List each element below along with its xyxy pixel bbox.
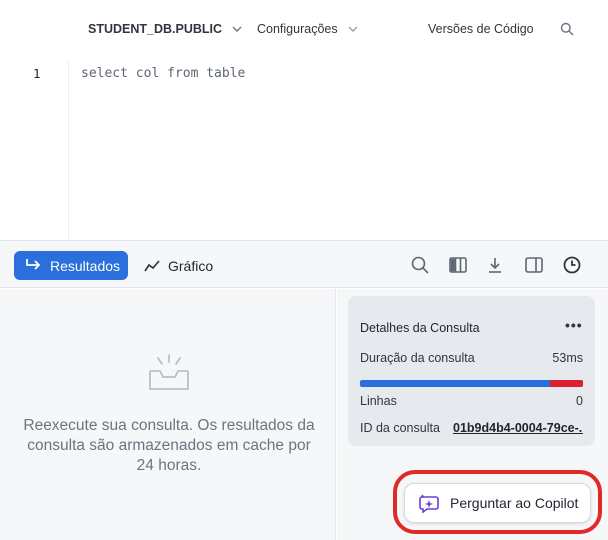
- query-id-label: ID da consulta: [360, 421, 440, 435]
- ask-copilot-button[interactable]: Perguntar ao Copilot: [404, 483, 591, 523]
- database-label: STUDENT_DB.PUBLIC: [88, 22, 223, 36]
- line-chart-icon: [144, 259, 160, 271]
- duration-value: 53ms: [552, 351, 583, 365]
- line-number: 1: [33, 66, 41, 81]
- history-clock-icon[interactable]: [562, 255, 582, 275]
- empty-inbox-icon: [149, 354, 189, 390]
- sql-editor[interactable]: 1 select col from table: [0, 60, 608, 240]
- tab-chart-label: Gráfico: [168, 257, 214, 274]
- rows-label: Linhas: [360, 394, 397, 408]
- return-arrow-icon: [26, 259, 41, 270]
- results-empty-pane: Reexecute sua consulta. Os resultados da…: [0, 289, 336, 540]
- tab-results-label: Resultados: [50, 257, 121, 274]
- query-details-card: Detalhes da Consulta ••• Duração da cons…: [348, 296, 595, 446]
- tab-chart[interactable]: Gráfico: [144, 251, 213, 280]
- query-id-link[interactable]: 01b9d4b4-0004-79ce-...: [453, 421, 583, 435]
- line-gutter: 1: [0, 60, 69, 240]
- chevron-down-icon: [232, 26, 242, 32]
- ask-copilot-label: Perguntar ao Copilot: [450, 495, 579, 511]
- search-icon: [560, 22, 574, 36]
- download-icon[interactable]: [485, 255, 505, 275]
- results-toolbar: Resultados Gráfico: [0, 240, 608, 288]
- rows-row: Linhas 0: [360, 394, 583, 408]
- duration-row: Duração da consulta 53ms: [360, 351, 583, 365]
- more-options-icon[interactable]: •••: [565, 317, 583, 333]
- config-dropdown[interactable]: Configurações: [257, 22, 358, 36]
- code-line[interactable]: select col from table: [81, 66, 245, 81]
- config-label: Configurações: [257, 22, 338, 36]
- panel-toggle-icon[interactable]: [524, 255, 544, 275]
- chevron-down-icon: [348, 26, 358, 32]
- duration-bar: [360, 380, 583, 387]
- query-id-row: ID da consulta 01b9d4b4-0004-79ce-...: [360, 421, 583, 435]
- duration-label: Duração da consulta: [360, 351, 475, 365]
- duration-bar-segment: [549, 380, 583, 387]
- database-selector[interactable]: STUDENT_DB.PUBLIC: [88, 22, 242, 36]
- empty-state-message: Reexecute sua consulta. Os resultados da…: [23, 417, 315, 474]
- tab-results[interactable]: Resultados: [14, 251, 128, 280]
- search-icon[interactable]: [410, 255, 430, 275]
- copilot-sparkle-icon: [419, 494, 439, 513]
- search-button[interactable]: [560, 22, 574, 36]
- editor-toolbar: STUDENT_DB.PUBLIC Configurações Versões …: [0, 0, 608, 60]
- code-versions-label: Versões de Código: [428, 22, 534, 36]
- rows-value: 0: [576, 394, 583, 408]
- columns-icon[interactable]: [448, 255, 468, 275]
- details-title: Detalhes da Consulta: [360, 321, 480, 335]
- code-versions-button[interactable]: Versões de Código: [428, 22, 534, 36]
